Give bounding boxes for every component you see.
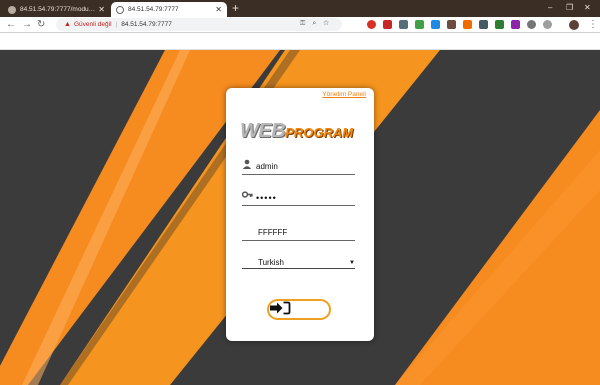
menu-icon[interactable]: ⋮ (588, 19, 598, 31)
extension-icon[interactable] (431, 20, 440, 29)
admin-panel-link[interactable]: Yönetim Paneli (322, 91, 366, 98)
tab-title: 84.51.54.79:7777 (128, 6, 179, 13)
language-select[interactable]: Turkish ▼ (242, 257, 355, 269)
url-text[interactable]: 84.51.54.79:7777 (121, 21, 172, 28)
globe-icon (8, 5, 16, 14)
extension-icon[interactable] (399, 20, 408, 29)
close-window-button[interactable]: ✕ (584, 3, 591, 12)
extension-icon[interactable] (463, 20, 472, 29)
maximize-button[interactable]: ❐ (566, 3, 573, 12)
extension-icon[interactable] (383, 20, 392, 29)
tab-modulsecim[interactable]: 84.51.54.79:7777/modulsecim.a ✕ (3, 2, 110, 17)
reload-icon[interactable]: ↻ (37, 19, 45, 31)
extension-icon[interactable] (415, 20, 424, 29)
logo: WEBPROGRAM (240, 120, 353, 143)
login-card: Yönetim Paneli WEBPROGRAM admin ••••• FF… (226, 88, 374, 341)
bookmark-star-icon[interactable]: ☆ (323, 20, 336, 27)
key-icon[interactable]: ⚿ (300, 20, 312, 27)
username-field[interactable]: admin (242, 159, 355, 175)
new-tab-button[interactable]: + (232, 2, 239, 15)
warning-icon[interactable]: ▲ (64, 21, 71, 28)
code-value[interactable]: FFFFFF (242, 228, 287, 237)
page-background: Yönetim Paneli WEBPROGRAM admin ••••• FF… (0, 50, 600, 385)
zoom-icon[interactable]: ⌕ (312, 20, 323, 27)
avatar[interactable] (569, 20, 579, 30)
password-field[interactable]: ••••• (242, 190, 355, 206)
divider: | (115, 21, 118, 28)
tab-active[interactable]: 84.51.54.79:7777 ✕ (111, 2, 227, 17)
browser-toolbar: ← → ↻ ▲ Güvenli değil | 84.51.54.79:7777… (0, 17, 600, 33)
address-bar[interactable]: ▲ Güvenli değil | 84.51.54.79:7777 ⚿⌕☆ (56, 18, 342, 31)
globe-icon (116, 5, 124, 14)
code-field[interactable]: FFFFFF (242, 225, 355, 241)
password-value[interactable]: ••••• (256, 193, 277, 203)
login-button[interactable] (267, 299, 331, 320)
extension-icon[interactable] (367, 20, 376, 29)
omnibox-icons: ⚿⌕☆ (300, 20, 336, 28)
logo-web: WEB (240, 120, 286, 142)
extension-icon[interactable] (447, 20, 456, 29)
sign-in-icon (270, 301, 291, 315)
extension-icon[interactable] (543, 20, 552, 29)
back-icon[interactable]: ← (6, 19, 16, 31)
security-label[interactable]: Güvenli değil (74, 21, 112, 28)
logo-program: PROGRAM (285, 125, 354, 140)
extension-icon[interactable] (527, 20, 536, 29)
username-value[interactable]: admin (256, 162, 278, 171)
close-tab-icon[interactable]: ✕ (215, 5, 222, 14)
tab-title: 84.51.54.79:7777/modulsecim.a (20, 6, 95, 13)
language-value[interactable]: Turkish (242, 258, 349, 267)
extension-icon[interactable] (495, 20, 504, 29)
extension-icon[interactable] (479, 20, 488, 29)
chevron-down-icon[interactable]: ▼ (349, 260, 355, 266)
extension-icon[interactable] (511, 20, 520, 29)
forward-icon[interactable]: → (22, 19, 32, 31)
minimize-button[interactable]: – (548, 3, 552, 12)
bookmark-bar (0, 33, 600, 50)
browser-titlebar: 84.51.54.79:7777/modulsecim.a ✕ 84.51.54… (0, 0, 600, 17)
close-tab-icon[interactable]: ✕ (98, 5, 105, 14)
